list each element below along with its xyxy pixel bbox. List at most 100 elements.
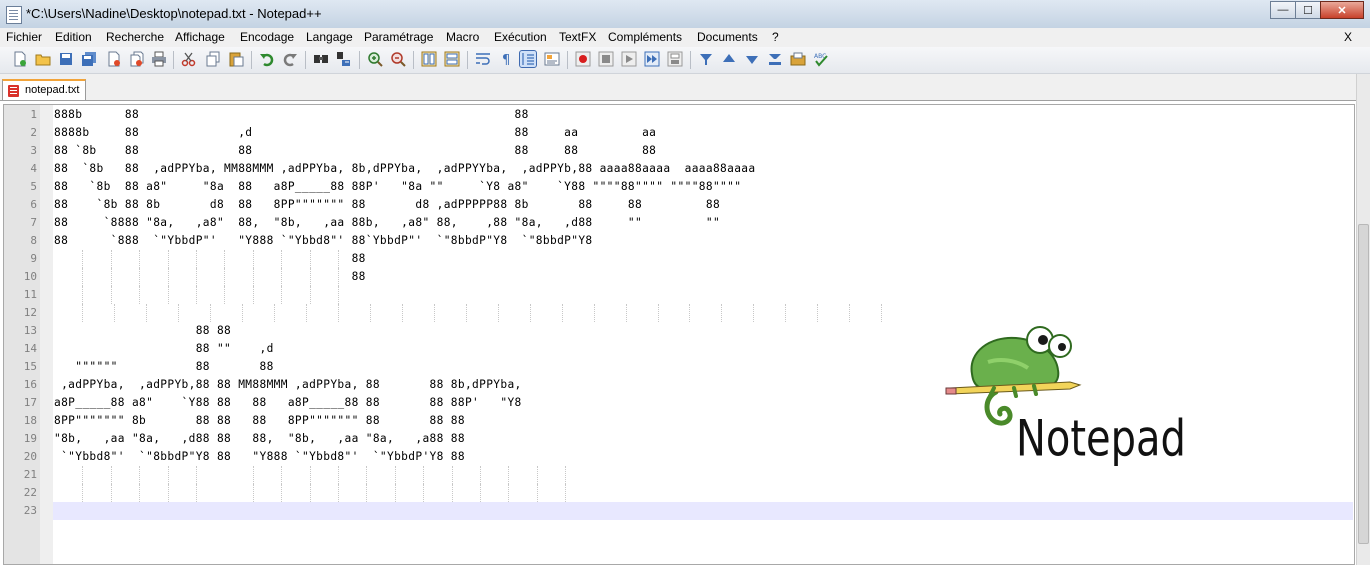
code-line: 8PP""""""" 8b 88 88 88 8PP""""""" 88 88 … [54,414,465,427]
print-icon[interactable] [151,51,167,67]
notepad-app-icon [6,6,22,24]
close-all-icon[interactable] [129,51,145,67]
indent-guide [178,304,179,322]
indent-guide [82,466,83,484]
menu-documents[interactable]: Documents [697,30,758,44]
fold-margin[interactable] [40,105,53,564]
menu-fichier[interactable]: Fichier [6,30,42,44]
code-line: 88 `8888 "8a, ,a8" 88, "8b, ,aa 88b, ,a8… [54,216,721,229]
indent-guide [434,304,435,322]
code-line: 88 `8b 88 a8" "8a 88 a8P_____88 88P' "8a… [54,180,742,193]
sync-vertical-icon[interactable] [421,51,437,67]
sort-icon[interactable] [767,51,783,67]
close-icon[interactable] [106,51,122,67]
close-document-button[interactable]: X [1344,30,1352,44]
window-controls: — ☐ ✕ [1270,1,1364,19]
code-line: 88 `8b 88 88 88 88 88 [54,144,657,157]
sync-horizontal-icon[interactable] [444,51,460,67]
minimize-button[interactable]: — [1270,1,1296,19]
menu-affichage[interactable]: Affichage [175,30,225,44]
toolbar: ¶ ABC [0,47,1370,74]
indent-guide [537,484,538,502]
find-icon[interactable] [313,51,329,67]
code-line: 88 [54,252,366,265]
indent-guide [498,304,499,322]
indent-guide [530,304,531,322]
save-macro-icon[interactable] [667,51,683,67]
menu-recherche[interactable]: Recherche [106,30,164,44]
menu-langage[interactable]: Langage [306,30,353,44]
line-number: 2 [30,126,37,139]
move-down-icon[interactable] [744,51,760,67]
indent-guide [82,286,83,304]
code-line: 88 88 [54,324,232,337]
indent-guide [306,304,307,322]
indent-guide [338,466,339,484]
indent-guide [114,304,115,322]
menu-encodage[interactable]: Encodage [240,30,294,44]
zoom-out-icon[interactable] [390,51,406,67]
scrollbar-thumb[interactable] [1358,224,1369,544]
toolbar-separator [359,51,360,69]
copy-icon[interactable] [205,51,221,67]
save-all-icon[interactable] [81,51,97,67]
record-macro-icon[interactable] [575,51,591,67]
indent-guide [253,484,254,502]
new-file-icon[interactable] [12,51,28,67]
save-icon[interactable] [58,51,74,67]
indent-guide [196,484,197,502]
user-lang-icon[interactable] [544,51,560,67]
document-tab-bar: notepad.txt [0,74,1370,101]
indent-guide [146,304,147,322]
indent-guide [168,484,169,502]
toolbar-separator [305,51,306,69]
menu-parametrage[interactable]: Paramétrage [364,30,433,44]
cut-icon[interactable] [181,51,197,67]
stop-record-icon[interactable] [598,51,614,67]
replace-icon[interactable] [336,51,352,67]
word-wrap-icon[interactable] [475,51,491,67]
indent-guide [224,286,225,304]
code-line: 88 `8b 88 ,adPPYba, MM88MMM ,adPPYba, 8b… [54,162,756,175]
open-file-icon[interactable] [35,51,51,67]
clipboard-icon[interactable] [790,51,806,67]
line-number: 20 [23,450,37,463]
indent-guide [139,466,140,484]
indent-guide [111,484,112,502]
move-up-icon[interactable] [721,51,737,67]
indent-guide [689,304,690,322]
current-line-highlight [53,502,1353,520]
toolbar-separator [690,51,691,69]
show-all-chars-icon[interactable]: ¶ [498,51,514,67]
menu-help[interactable]: ? [772,30,779,44]
indent-guide [565,484,566,502]
redo-icon[interactable] [282,51,298,67]
tab-notepad-txt[interactable]: notepad.txt [2,79,86,100]
indent-guide [508,484,509,502]
vertical-scrollbar[interactable] [1356,74,1370,565]
line-number: 19 [23,432,37,445]
menu-execution[interactable]: Exécution [494,30,547,44]
indent-guide [480,484,481,502]
menu-macro[interactable]: Macro [446,30,479,44]
run-macro-multiple-icon[interactable] [644,51,660,67]
maximize-button[interactable]: ☐ [1295,1,1321,19]
menu-textfx[interactable]: TextFX [559,30,596,44]
play-macro-icon[interactable] [621,51,637,67]
close-window-button[interactable]: ✕ [1320,1,1364,19]
code-line: "8b, ,aa "8a, ,d88 88 88, "8b, ,aa "8a, … [54,432,465,445]
indent-guide [565,466,566,484]
indent-guide [274,304,275,322]
zoom-in-icon[interactable] [367,51,383,67]
indent-guide-icon[interactable] [519,50,537,68]
menu-edition[interactable]: Edition [55,30,92,44]
indent-guide [82,304,83,322]
paste-icon[interactable] [228,51,244,67]
line-number: 11 [23,288,37,301]
undo-icon[interactable] [259,51,275,67]
spell-check-icon[interactable]: ABC [813,51,829,67]
trim-icon[interactable] [698,51,714,67]
menu-complements[interactable]: Compléments [608,30,682,44]
indent-guide [338,286,339,304]
indent-guide [594,304,595,322]
